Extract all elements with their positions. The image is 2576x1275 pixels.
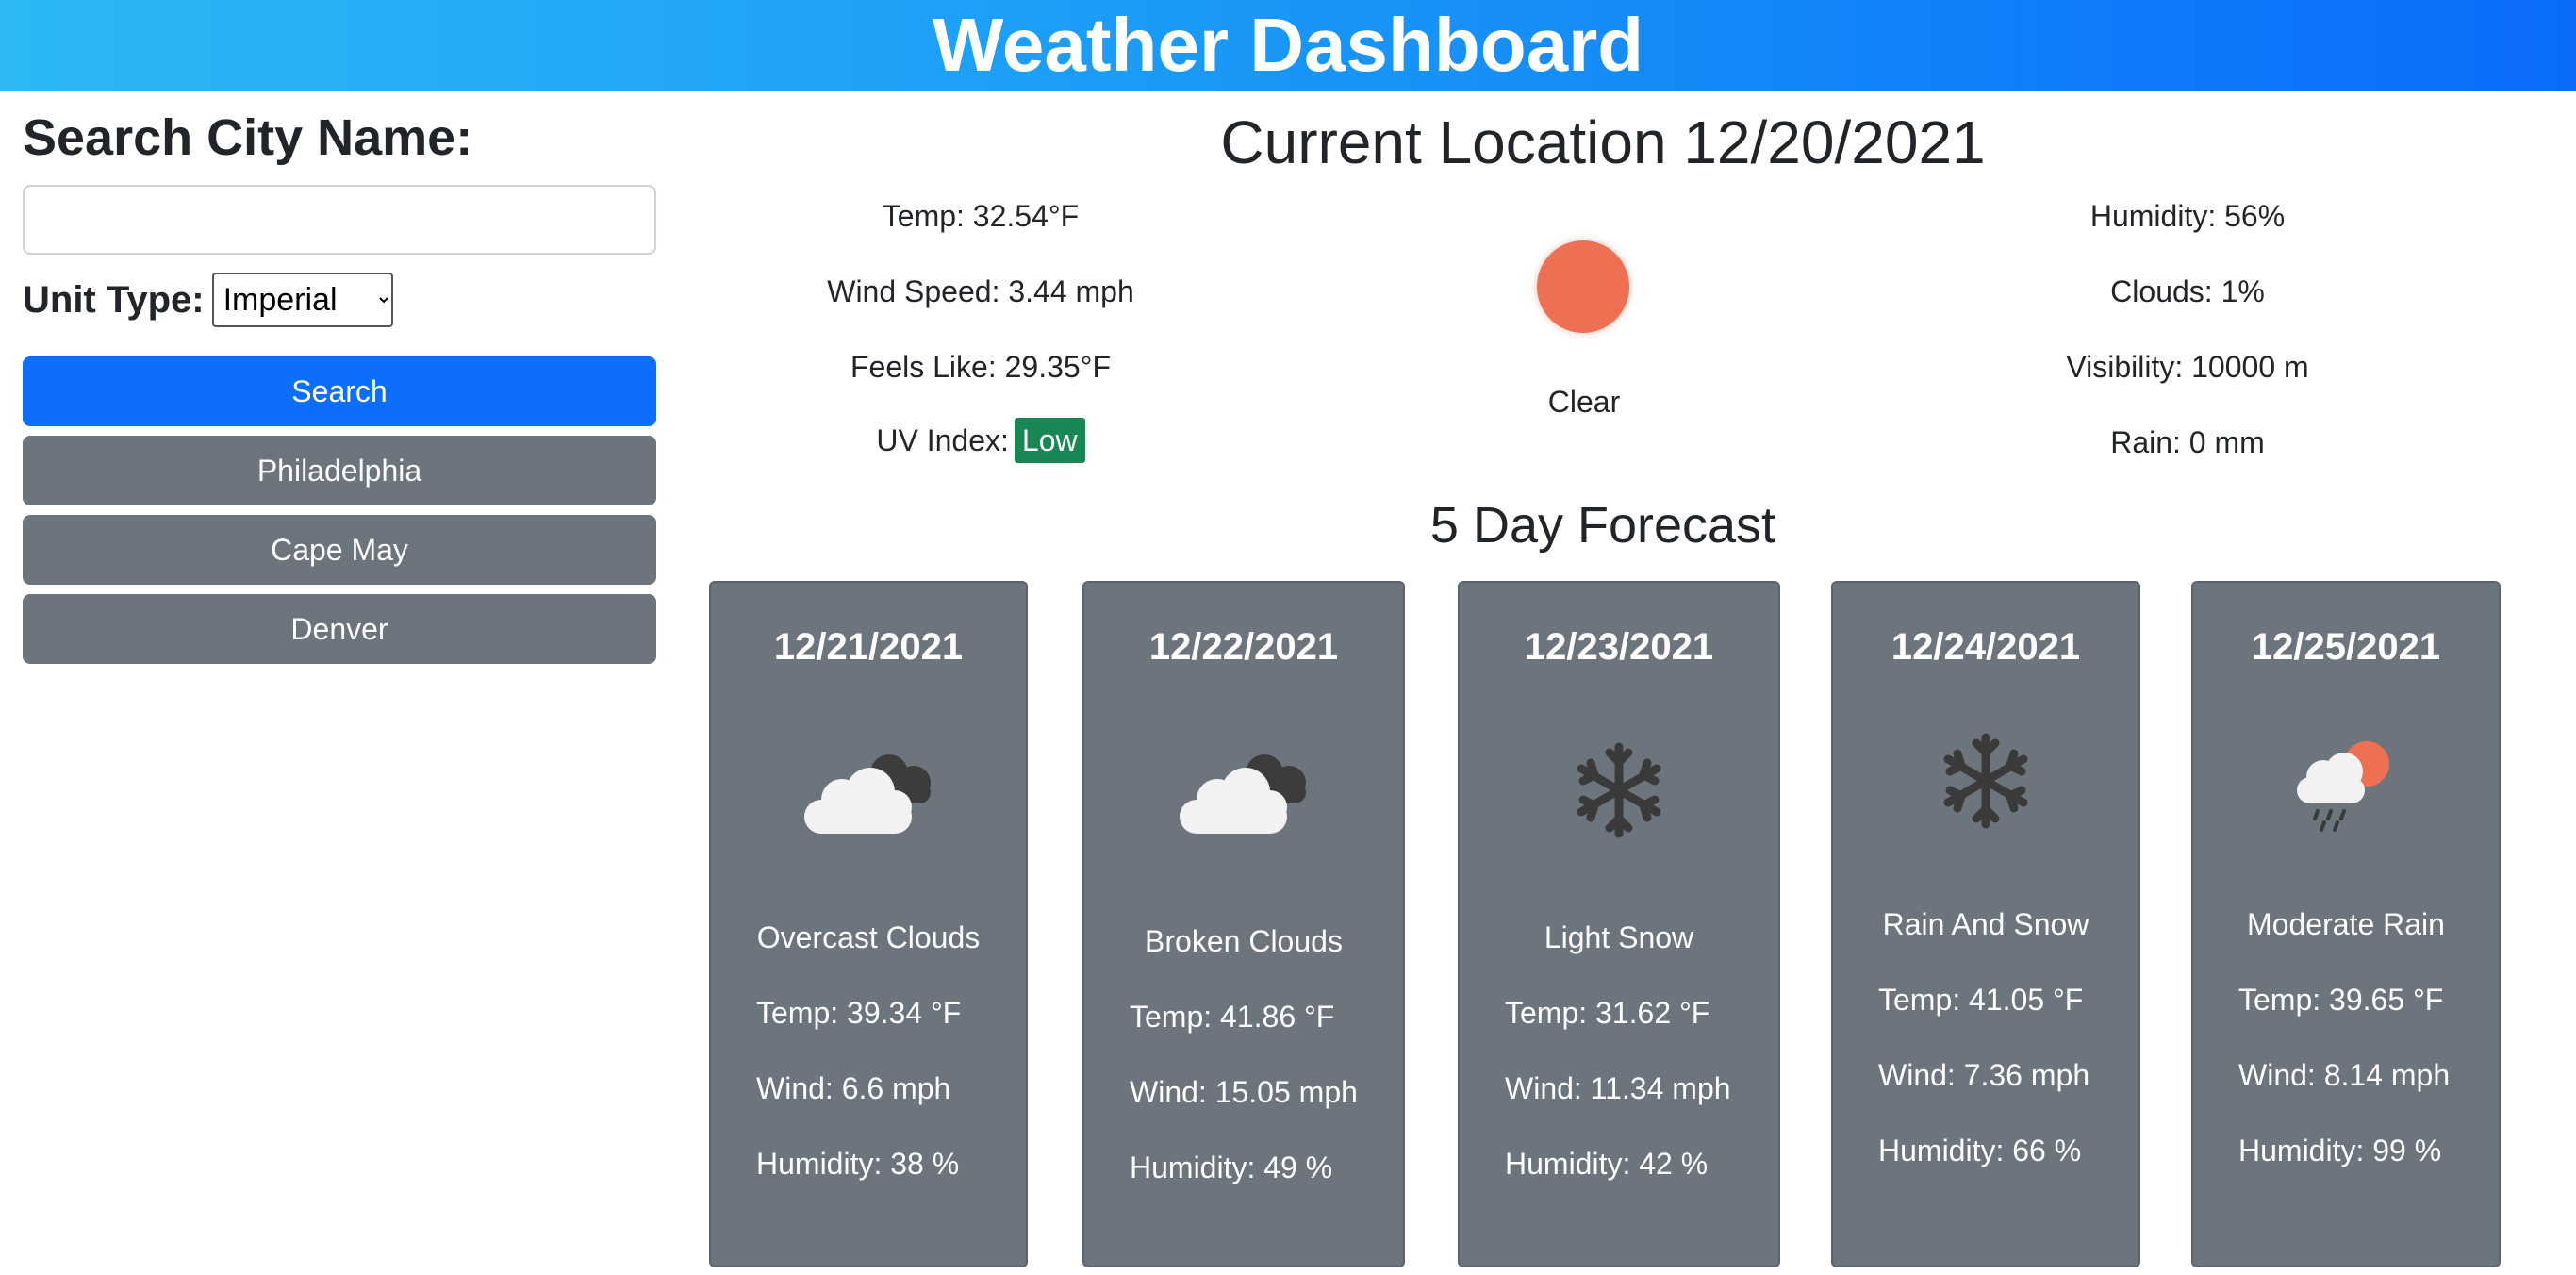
overcast-clouds-icon — [804, 754, 931, 834]
current-condition: Clear — [1547, 385, 1621, 419]
forecast-date: 12/21/2021 — [773, 626, 964, 668]
sun-rain-cloud-icon — [2297, 741, 2389, 832]
page-title: Weather Dashboard — [932, 3, 1644, 87]
forecast-card: 12/23/2021 Light Snow Temp: 31.62 °F Win… — [1458, 581, 1780, 1267]
forecast-humidity: Humidity: 38 % — [756, 1147, 960, 1181]
forecast-wind: Wind: 11.34 mph — [1505, 1071, 1731, 1105]
unit-type-label: Unit Type: — [23, 278, 205, 321]
current-clouds: Clouds: 1% — [2110, 274, 2265, 308]
current-weather-title: Current Location 12/20/2021 — [1220, 108, 1986, 176]
forecast-humidity: Humidity: 49 % — [1130, 1151, 1333, 1184]
history-button-philadelphia[interactable]: Philadelphia — [23, 436, 656, 505]
forecast-card: 12/22/2021 Broken Clouds Temp: 41.86 °F … — [1082, 581, 1405, 1267]
forecast-temp: Temp: 41.86 °F — [1130, 1000, 1335, 1034]
current-temp: Temp: 32.54°F — [882, 199, 1080, 233]
page-header: Weather Dashboard — [0, 0, 2576, 91]
forecast-wind: Wind: 7.36 mph — [1878, 1058, 2090, 1092]
current-feels-like: Feels Like: 29.35°F — [850, 350, 1112, 384]
unit-type-row: Unit Type: Imperial — [23, 272, 393, 328]
forecast-wind: Wind: 6.6 mph — [756, 1071, 951, 1105]
forecast-date: 12/25/2021 — [2251, 626, 2441, 668]
search-input[interactable] — [23, 185, 656, 255]
broken-clouds-icon — [1180, 754, 1306, 834]
forecast-title: 5 Day Forecast — [1429, 497, 1776, 554]
forecast-description: Broken Clouds — [1145, 924, 1343, 958]
search-button[interactable]: Search — [23, 356, 656, 426]
current-humidity: Humidity: 56% — [2089, 199, 2286, 233]
forecast-humidity: Humidity: 42 % — [1505, 1147, 1709, 1181]
unit-type-select[interactable]: Imperial — [211, 273, 393, 327]
uv-index-badge: Low — [1014, 418, 1085, 463]
forecast-humidity: Humidity: 99 % — [2238, 1134, 2442, 1167]
current-rain: Rain: 0 mm — [2110, 425, 2265, 459]
forecast-card: 12/24/2021 Rain And Snow Temp: 41.05 °F … — [1831, 581, 2140, 1267]
forecast-humidity: Humidity: 66 % — [1878, 1134, 2082, 1167]
sidebar: Search City Name: Unit Type: Imperial Se… — [23, 104, 656, 664]
sun-icon — [1537, 240, 1629, 333]
current-uv-row: UV Index: Low — [698, 418, 1263, 463]
current-wind: Wind Speed: 3.44 mph — [827, 274, 1134, 308]
forecast-card: 12/25/2021 Moderate Rain Temp: 39.65 °F … — [2191, 581, 2501, 1267]
snowflake-icon — [1943, 733, 2028, 829]
forecast-wind: Wind: 15.05 mph — [1130, 1075, 1358, 1109]
forecast-card: 12/21/2021 Overcast Clouds Temp: 39.34 °… — [709, 581, 1028, 1267]
forecast-temp: Temp: 39.34 °F — [756, 996, 962, 1030]
current-visibility: Visibility: 10000 m — [2066, 350, 2309, 384]
forecast-date: 12/22/2021 — [1148, 626, 1339, 668]
forecast-temp: Temp: 39.65 °F — [2238, 983, 2444, 1017]
history-button-denver[interactable]: Denver — [23, 594, 656, 664]
history-button-cape-may[interactable]: Cape May — [23, 515, 656, 585]
forecast-temp: Temp: 31.62 °F — [1505, 996, 1710, 1030]
forecast-wind: Wind: 8.14 mph — [2238, 1058, 2451, 1092]
uv-index-label: UV Index: — [876, 423, 1009, 457]
forecast-date: 12/23/2021 — [1524, 626, 1714, 668]
search-label: Search City Name: — [23, 109, 473, 166]
forecast-date: 12/24/2021 — [1891, 626, 2081, 668]
forecast-description: Rain And Snow — [1882, 907, 2089, 941]
forecast-temp: Temp: 41.05 °F — [1878, 983, 2084, 1017]
snowflake-icon — [1577, 742, 1661, 838]
forecast-description: Moderate Rain — [2247, 907, 2445, 941]
forecast-description: Light Snow — [1544, 920, 1694, 954]
forecast-description: Overcast Clouds — [756, 920, 981, 954]
